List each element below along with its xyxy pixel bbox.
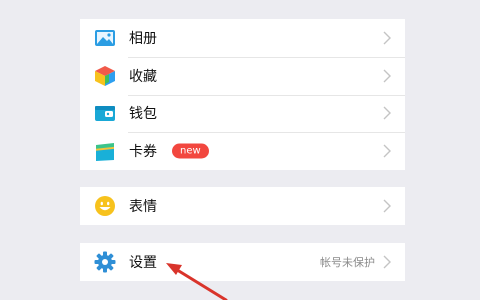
menu-item-settings[interactable]: 设置 帐号未保护: [80, 243, 405, 281]
chevron-right-icon: [383, 144, 391, 158]
menu-group-settings: 设置 帐号未保护: [80, 243, 405, 281]
menu-item-label: 卡券: [129, 144, 157, 161]
menu-item-label: 钱包: [129, 106, 157, 123]
menu-item-favorites[interactable]: 收藏: [80, 56, 405, 95]
chevron-right-icon: [383, 106, 391, 120]
chevron-right-icon: [383, 31, 391, 45]
menu-item-album[interactable]: 相册: [80, 19, 405, 57]
card-coupon-icon: [96, 143, 114, 162]
chevron-right-icon: [383, 199, 391, 213]
menu-group-main: 相册 收藏 钱包 卡券 new: [80, 19, 405, 170]
menu-item-label: 相册: [129, 30, 157, 47]
chevron-right-icon: [383, 69, 391, 83]
new-badge: new: [172, 143, 209, 159]
wallet-icon: [95, 106, 115, 122]
menu-item-label: 表情: [129, 198, 157, 215]
menu-group-stickers: 表情: [80, 187, 405, 225]
menu-item-coupons[interactable]: 卡券 new: [80, 132, 405, 170]
menu-item-label: 收藏: [129, 68, 157, 85]
menu-item-label: 设置: [129, 254, 157, 271]
photo-album-icon: [95, 29, 115, 46]
smiley-icon: [95, 195, 115, 216]
gear-icon: [94, 251, 116, 273]
me-page: 相册 收藏 钱包 卡券 new 表情 设置 帐号未保护: [0, 0, 480, 300]
menu-item-stickers[interactable]: 表情: [80, 187, 405, 225]
account-status-text: 帐号未保护: [320, 255, 375, 269]
menu-item-wallet[interactable]: 钱包: [80, 94, 405, 133]
chevron-right-icon: [383, 255, 391, 269]
favorites-cube-icon: [95, 65, 115, 86]
